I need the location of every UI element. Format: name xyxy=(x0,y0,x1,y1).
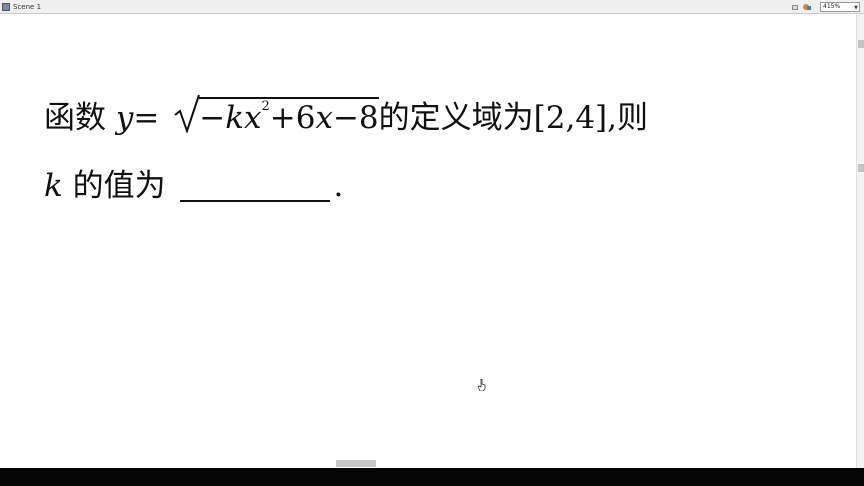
period: . xyxy=(333,168,344,204)
chevron-down-icon: ▼ xyxy=(854,5,858,11)
scene-tab[interactable]: Scene 1 xyxy=(2,1,41,13)
vertical-scrollbar[interactable] xyxy=(856,14,864,468)
question-line-2: k 的值为 . xyxy=(44,160,343,205)
scroll-marker xyxy=(858,164,864,172)
zoom-value: 415% xyxy=(823,3,841,10)
question-suffix: 的定义域为[2,4],则 xyxy=(378,100,648,136)
square-root: −kx2+6x−8 xyxy=(173,94,379,136)
scroll-marker xyxy=(858,40,864,48)
symbol-icon[interactable] xyxy=(803,3,811,11)
edit-scene-icon[interactable] xyxy=(792,3,800,11)
question-line-1: 函数 y= −kx2+6x−8 的定义域为[2,4],则 xyxy=(44,92,648,137)
zoom-select[interactable]: 415% ▼ xyxy=(820,2,860,12)
scene-icon xyxy=(2,3,10,11)
radicand: −kx2+6x−8 xyxy=(199,97,379,136)
answer-blank xyxy=(179,174,330,202)
bottom-bar xyxy=(0,468,864,486)
radical-sign-icon xyxy=(174,94,201,133)
horizontal-scroll-thumb[interactable] xyxy=(336,460,376,467)
question-line-2-text: 的值为 xyxy=(72,168,166,204)
toolbar: Scene 1 415% ▼ xyxy=(0,0,864,14)
question-prefix: 函数 xyxy=(44,100,106,136)
variable-k: k xyxy=(44,168,63,204)
equals-sign: = xyxy=(133,100,160,136)
scene-tab-label: Scene 1 xyxy=(13,3,42,11)
hand-cursor-icon xyxy=(478,379,486,391)
stage-canvas[interactable] xyxy=(0,14,856,468)
variable-y: y xyxy=(115,100,134,136)
